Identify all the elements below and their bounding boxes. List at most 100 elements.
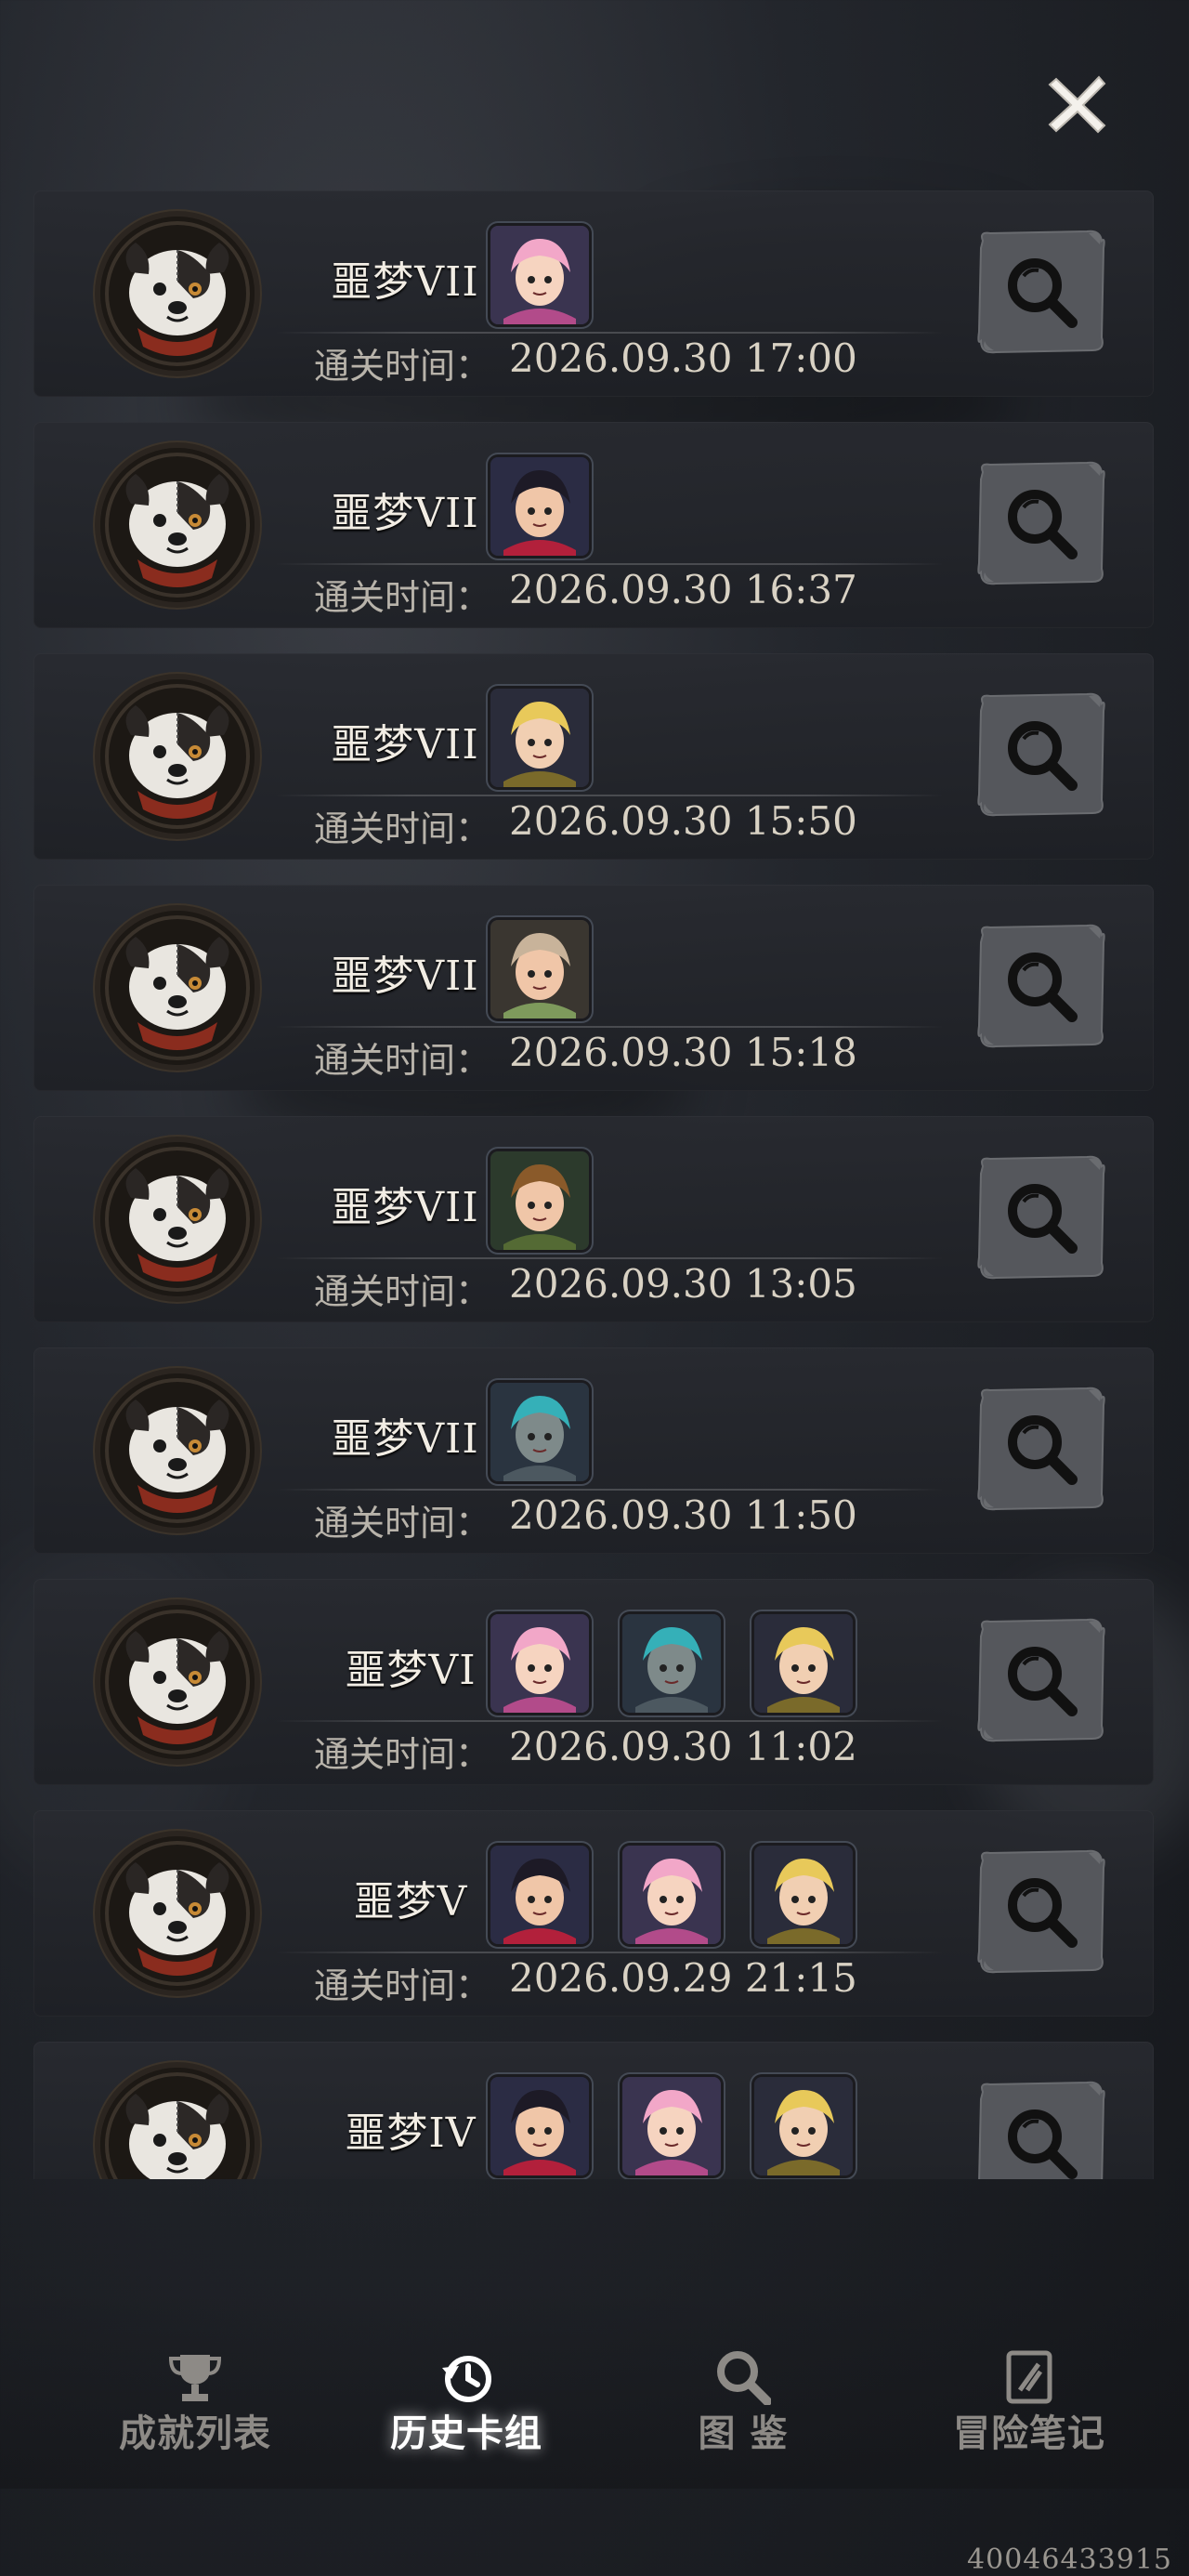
history-record-row[interactable]: 噩梦VI 通关时间： 2026.09.30 11:02 — [33, 1579, 1154, 1785]
deck-cards — [490, 1151, 589, 1255]
clear-time-value: 2026.09.30 15:50 — [509, 798, 857, 844]
clear-time-value: 2026.09.30 11:50 — [509, 1492, 857, 1538]
magnifier-icon — [975, 1387, 1107, 1517]
character-card[interactable] — [490, 689, 589, 787]
deck-cards — [490, 689, 589, 793]
stage-name: 噩梦V — [353, 1878, 468, 1925]
divider — [275, 1026, 944, 1028]
player-avatar — [100, 448, 255, 602]
view-deck-button[interactable] — [975, 1153, 1107, 1281]
bottom-tab-bar: 成就列表 历史卡组 图 鉴 冒险笔记 — [0, 2293, 1189, 2489]
view-deck-button[interactable] — [975, 922, 1107, 1050]
divider — [275, 1489, 944, 1491]
history-record-row[interactable]: 噩梦VII 通关时间： 2026.09.30 13:05 — [33, 1116, 1154, 1322]
divider — [275, 1257, 944, 1259]
tab-codex[interactable]: 图 鉴 — [641, 2349, 845, 2470]
character-card[interactable] — [490, 1846, 589, 1944]
character-card[interactable] — [490, 920, 589, 1019]
deck-cards — [490, 1383, 589, 1487]
clear-time-value: 2026.09.30 11:02 — [509, 1724, 857, 1769]
divider — [275, 795, 944, 796]
deck-cards — [490, 2077, 853, 2179]
magnifier-icon — [975, 1155, 1107, 1285]
stage-name: 噩梦VII — [331, 1184, 479, 1231]
trophy-icon — [167, 2349, 223, 2405]
character-card[interactable] — [490, 457, 589, 556]
character-card[interactable] — [754, 1846, 853, 1944]
close-button[interactable] — [1039, 65, 1117, 143]
magnifier-icon — [975, 1849, 1107, 1979]
close-icon — [1048, 75, 1106, 134]
tab-label: 历史卡组 — [390, 2412, 542, 2455]
stage-name: 噩梦IV — [345, 2109, 477, 2157]
clear-time-value: 2026.09.29 21:15 — [509, 1955, 857, 2001]
character-card[interactable] — [490, 1614, 589, 1713]
view-deck-button[interactable] — [975, 1847, 1107, 1976]
divider — [275, 1720, 944, 1722]
tab-label: 冒险笔记 — [953, 2412, 1105, 2455]
stage-name: 噩梦VII — [331, 490, 479, 537]
notebook-icon — [1001, 2349, 1057, 2405]
tab-label: 成就列表 — [119, 2412, 271, 2455]
divider — [275, 332, 944, 334]
clear-time-label: 通关时间： — [314, 808, 491, 849]
clear-time-value: 2026.09.30 15:18 — [509, 1030, 857, 1075]
history-record-row[interactable]: 噩梦VII 通关时间： 2026.09.30 17:00 — [33, 191, 1154, 397]
magnifier-icon — [975, 461, 1107, 591]
clear-time-value: 2026.09.30 17:00 — [509, 335, 857, 381]
character-card[interactable] — [622, 1614, 721, 1713]
character-card[interactable] — [490, 1151, 589, 1250]
stage-name: 噩梦VI — [345, 1647, 477, 1694]
tab-adventure-notes[interactable]: 冒险笔记 — [927, 2349, 1131, 2470]
character-card[interactable] — [490, 226, 589, 324]
player-avatar — [100, 679, 255, 834]
view-deck-button[interactable] — [975, 459, 1107, 587]
deck-cards — [490, 457, 589, 561]
history-record-row[interactable]: 噩梦V 通关时间： 2026.09.29 21:15 — [33, 1810, 1154, 2017]
character-card[interactable] — [754, 1614, 853, 1713]
character-card[interactable] — [622, 1846, 721, 1944]
clear-time-label: 通关时间： — [314, 346, 491, 387]
clear-time-label: 通关时间： — [314, 577, 491, 618]
history-record-row[interactable]: 噩梦VII 通关时间： 2026.09.30 11:50 — [33, 1347, 1154, 1554]
history-record-row[interactable]: 噩梦IV — [33, 2042, 1154, 2179]
divider — [275, 1952, 944, 1953]
view-deck-button[interactable] — [975, 1616, 1107, 1744]
stage-name: 噩梦VII — [331, 1415, 479, 1463]
history-record-row[interactable]: 噩梦VII 通关时间： 2026.09.30 15:50 — [33, 653, 1154, 860]
player-avatar — [100, 2068, 255, 2179]
magnifier-icon — [975, 230, 1107, 360]
clear-time-label: 通关时间： — [314, 1503, 491, 1544]
stage-name: 噩梦VII — [331, 258, 479, 306]
clear-time-value: 2026.09.30 13:05 — [509, 1261, 857, 1307]
character-card[interactable] — [490, 1383, 589, 1481]
view-deck-button[interactable] — [975, 1385, 1107, 1513]
magnifier-icon — [975, 692, 1107, 822]
clear-time-value: 2026.09.30 16:37 — [509, 567, 857, 612]
history-icon — [438, 2349, 494, 2405]
magnifier-icon — [975, 1618, 1107, 1748]
history-record-row[interactable]: 噩梦VII 通关时间： 2026.09.30 16:37 — [33, 422, 1154, 628]
player-avatar — [100, 1373, 255, 1528]
character-card[interactable] — [754, 2077, 853, 2175]
history-deck-list[interactable]: 噩梦VII 通关时间： 2026.09.30 17:00 噩梦VII 通关时间： 2… — [33, 191, 1154, 2179]
view-deck-button[interactable] — [975, 228, 1107, 356]
clear-time-label: 通关时间： — [314, 1040, 491, 1081]
view-deck-button[interactable] — [975, 690, 1107, 819]
deck-cards — [490, 920, 589, 1024]
stage-name: 噩梦VII — [331, 721, 479, 769]
tab-achievements[interactable]: 成就列表 — [93, 2349, 297, 2470]
clear-time-label: 通关时间： — [314, 1965, 491, 2006]
character-card[interactable] — [622, 2077, 721, 2175]
character-card[interactable] — [490, 2077, 589, 2175]
history-record-row[interactable]: 噩梦VII 通关时间： 2026.09.30 15:18 — [33, 885, 1154, 1091]
deck-cards — [490, 226, 589, 330]
tab-history-deck[interactable]: 历史卡组 — [364, 2349, 568, 2470]
player-avatar — [100, 1836, 255, 1991]
player-avatar — [100, 911, 255, 1065]
player-avatar — [100, 1605, 255, 1759]
clear-time-label: 通关时间： — [314, 1734, 491, 1775]
view-deck-button[interactable] — [975, 2079, 1107, 2179]
deck-cards — [490, 1614, 853, 1718]
player-id: 40046433915 — [967, 2543, 1172, 2576]
